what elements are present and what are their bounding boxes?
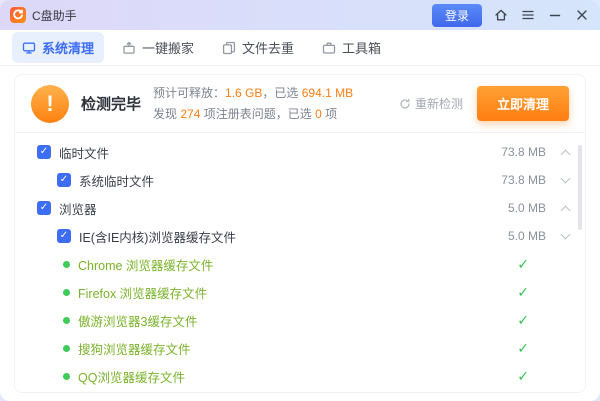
item-label: Chrome 浏览器缓存文件 — [78, 255, 213, 274]
status-actions: 重新检测 立即清理 — [399, 86, 569, 121]
check-icon: ✓ — [517, 256, 529, 273]
tab-label: 文件去重 — [242, 38, 294, 57]
dedup-icon — [222, 41, 236, 55]
checkbox-checked[interactable] — [37, 145, 51, 159]
bullet-dot-icon — [63, 261, 70, 268]
list-group-browser[interactable]: 浏览器 5.0 MB — [15, 194, 585, 222]
toolbox-icon — [322, 41, 336, 55]
chevron-up-icon[interactable] — [561, 149, 571, 159]
warning-icon: ! — [31, 85, 69, 123]
item-label: 搜狗浏览器缓存文件 — [78, 339, 191, 358]
tab-file-dedup[interactable]: 文件去重 — [212, 32, 304, 63]
scrollbar-thumb[interactable] — [578, 145, 582, 230]
chevron-down-icon[interactable] — [561, 173, 571, 183]
item-size: 73.8 MB — [501, 145, 546, 159]
tab-label: 系统清理 — [42, 38, 94, 57]
clean-now-button[interactable]: 立即清理 — [477, 86, 569, 121]
rescan-button[interactable]: 重新检测 — [399, 95, 463, 112]
bullet-dot-icon — [63, 345, 70, 352]
check-icon: ✓ — [517, 340, 529, 357]
tab-bar: 系统清理 一键搬家 文件去重 工具箱 — [0, 30, 600, 66]
item-size: 5.0 MB — [508, 201, 546, 215]
check-icon: ✓ — [517, 312, 529, 329]
item-label: Firefox 浏览器缓存文件 — [78, 283, 207, 302]
system-clean-icon — [22, 41, 36, 55]
list-item-qq-cache[interactable]: QQ浏览器缓存文件 ✓ — [15, 362, 585, 390]
item-label: 临时文件 — [59, 143, 109, 162]
tab-label: 一键搬家 — [142, 38, 194, 57]
list-item-maxthon-cache[interactable]: 傲游浏览器3缓存文件 ✓ — [15, 306, 585, 334]
item-label: IE(含IE内核)浏览器缓存文件 — [79, 227, 236, 246]
minimize-icon[interactable] — [547, 7, 563, 23]
cleanup-list: 临时文件 73.8 MB 系统临时文件 73.8 MB 浏览器 5.0 MB — [15, 133, 585, 390]
list-item-chrome-cache[interactable]: Chrome 浏览器缓存文件 ✓ — [15, 250, 585, 278]
check-icon: ✓ — [517, 368, 529, 385]
menu-icon[interactable] — [520, 7, 536, 23]
login-button[interactable]: 登录 — [432, 4, 482, 27]
scrollbar[interactable] — [578, 139, 582, 386]
selected-size: 694.1 MB — [302, 86, 353, 100]
app-window: C盘助手 登录 系统清理 一键搬家 — [0, 0, 600, 401]
chevron-up-icon[interactable] — [561, 205, 571, 215]
registry-issue-count: 274 — [180, 107, 200, 121]
bullet-dot-icon — [63, 373, 70, 380]
titlebar-controls: 登录 — [432, 4, 590, 27]
item-label: 傲游浏览器3缓存文件 — [78, 311, 197, 330]
status-line-registry: 发现 274 项注册表问题，已选 0 项 — [153, 104, 353, 125]
list-item-firefox-cache[interactable]: Firefox 浏览器缓存文件 ✓ — [15, 278, 585, 306]
status-detail: 预计可释放：1.6 GB，已选 694.1 MB 发现 274 项注册表问题，已… — [153, 83, 353, 125]
close-icon[interactable] — [574, 7, 590, 23]
checkbox-checked[interactable] — [57, 173, 71, 187]
item-size: 5.0 MB — [508, 229, 546, 243]
list-item-ie-cache[interactable]: IE(含IE内核)浏览器缓存文件 5.0 MB — [15, 222, 585, 250]
checkbox-checked[interactable] — [37, 201, 51, 215]
main-content: ! 检测完毕 预计可释放：1.6 GB，已选 694.1 MB 发现 274 项… — [0, 66, 600, 393]
tab-system-clean[interactable]: 系统清理 — [12, 32, 104, 63]
tab-one-key-move[interactable]: 一键搬家 — [112, 32, 204, 63]
releasable-size: 1.6 GB — [225, 86, 262, 100]
item-size: 73.8 MB — [501, 173, 546, 187]
app-logo-icon — [10, 7, 26, 23]
status-line-space: 预计可释放：1.6 GB，已选 694.1 MB — [153, 83, 353, 104]
status-title: 检测完毕 — [81, 93, 141, 114]
tab-label: 工具箱 — [342, 38, 381, 57]
move-icon — [122, 41, 136, 55]
bullet-dot-icon — [63, 317, 70, 324]
list-item-sogou-cache[interactable]: 搜狗浏览器缓存文件 ✓ — [15, 334, 585, 362]
list-group-temp-files[interactable]: 临时文件 73.8 MB — [15, 138, 585, 166]
chevron-down-icon[interactable] — [561, 229, 571, 239]
home-icon[interactable] — [493, 7, 509, 23]
list-item-system-temp[interactable]: 系统临时文件 73.8 MB — [15, 166, 585, 194]
check-icon: ✓ — [517, 284, 529, 301]
registry-selected-count: 0 — [315, 107, 322, 121]
bullet-dot-icon — [63, 289, 70, 296]
item-label: 浏览器 — [59, 199, 97, 218]
item-label: 系统临时文件 — [79, 171, 154, 190]
item-label: QQ浏览器缓存文件 — [78, 367, 185, 386]
checkbox-checked[interactable] — [57, 229, 71, 243]
refresh-icon — [399, 98, 411, 110]
status-summary: ! 检测完毕 预计可释放：1.6 GB，已选 694.1 MB 发现 274 项… — [15, 75, 585, 133]
scan-result-card: ! 检测完毕 预计可释放：1.6 GB，已选 694.1 MB 发现 274 项… — [14, 74, 586, 393]
app-title: C盘助手 — [32, 7, 77, 24]
tab-toolbox[interactable]: 工具箱 — [312, 32, 391, 63]
titlebar: C盘助手 登录 — [0, 0, 600, 30]
